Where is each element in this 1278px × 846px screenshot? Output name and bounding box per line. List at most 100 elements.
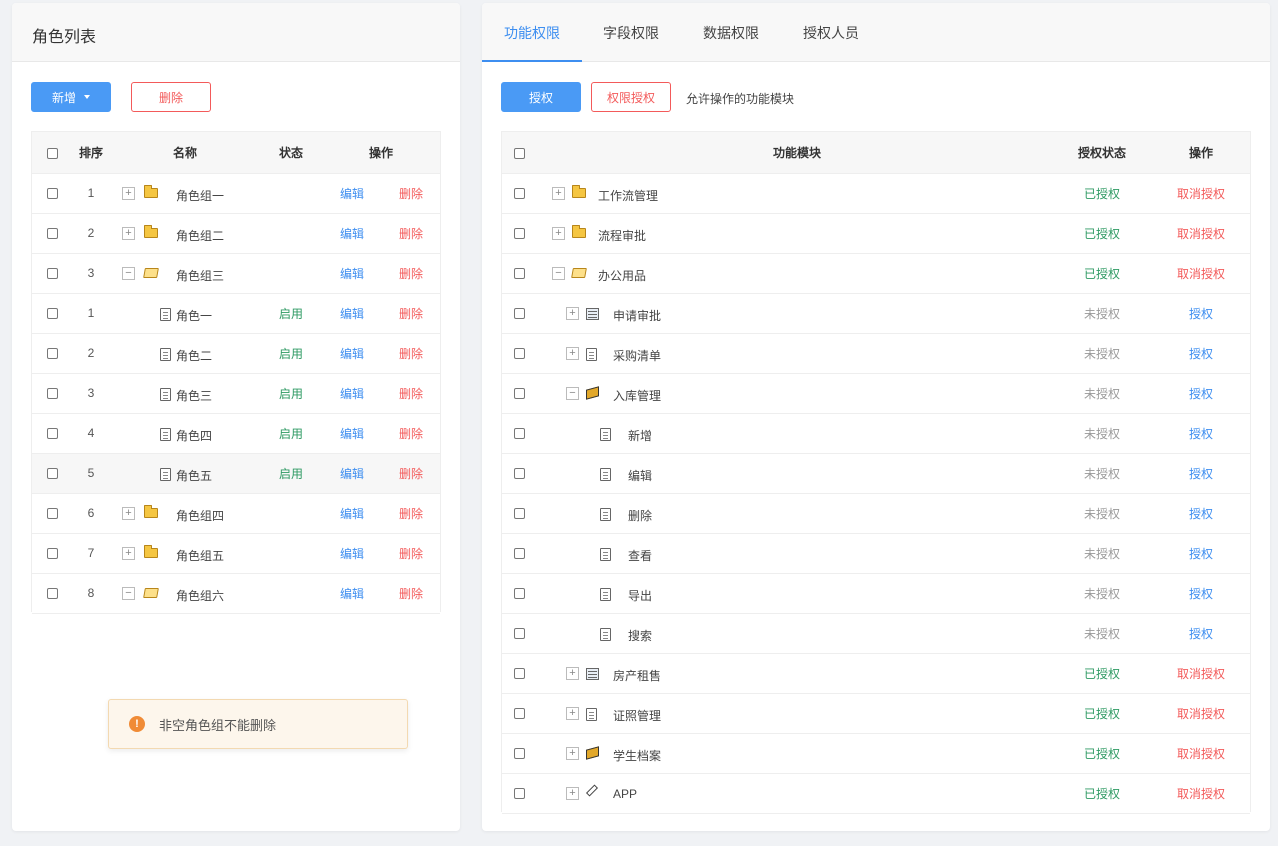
permission-authorize-button[interactable]: 权限授权: [591, 82, 671, 112]
table-row[interactable]: + 证照管理 已授权 取消授权: [502, 693, 1250, 734]
table-row[interactable]: 8− 角色组六 编辑 删除: [32, 573, 441, 614]
table-row[interactable]: 删除 未授权 授权: [502, 493, 1250, 534]
table-row[interactable]: 3− 角色组三 编辑 删除: [32, 253, 441, 294]
authorize-link[interactable]: 授权: [1152, 333, 1250, 374]
table-row[interactable]: + 申请审批 未授权 授权: [502, 293, 1250, 334]
collapse-icon[interactable]: −: [122, 586, 135, 600]
expand-icon[interactable]: +: [566, 786, 579, 800]
revoke-link[interactable]: 取消授权: [1152, 213, 1250, 254]
authorize-link[interactable]: 授权: [1152, 413, 1250, 454]
tab-field-permission[interactable]: 字段权限: [603, 23, 659, 43]
table-row[interactable]: − 办公用品 已授权 取消授权: [502, 253, 1250, 294]
table-row[interactable]: 7 + 角色组五 编辑 删除: [32, 533, 441, 574]
table-row[interactable]: + 学生档案 已授权 取消授权: [502, 733, 1250, 774]
expand-icon[interactable]: +: [122, 546, 135, 560]
row-checkbox[interactable]: [514, 228, 525, 240]
edit-link[interactable]: 编辑: [322, 533, 382, 574]
table-row[interactable]: + 工作流管理 已授权 取消授权: [502, 173, 1250, 214]
row-checkbox[interactable]: [46, 348, 58, 360]
edit-link[interactable]: 编辑: [322, 333, 382, 374]
revoke-link[interactable]: 取消授权: [1152, 733, 1250, 774]
edit-link[interactable]: 编辑: [322, 573, 382, 614]
row-checkbox[interactable]: [514, 428, 525, 440]
table-row[interactable]: + 房产租售 已授权 取消授权: [502, 653, 1250, 694]
expand-icon[interactable]: +: [566, 706, 579, 720]
expand-icon[interactable]: +: [122, 226, 135, 240]
authorize-link[interactable]: 授权: [1152, 613, 1250, 654]
delete-link[interactable]: 删除: [382, 573, 441, 614]
table-row[interactable]: 5 角色五 启用 编辑 删除: [32, 453, 441, 494]
row-checkbox[interactable]: [46, 428, 58, 440]
expand-icon[interactable]: +: [122, 506, 135, 520]
delete-link[interactable]: 删除: [382, 293, 441, 334]
expand-icon[interactable]: +: [122, 186, 135, 200]
authorize-link[interactable]: 授权: [1152, 453, 1250, 494]
edit-link[interactable]: 编辑: [322, 373, 382, 414]
row-checkbox[interactable]: [514, 548, 525, 560]
delete-link[interactable]: 删除: [382, 533, 441, 574]
authorize-link[interactable]: 授权: [1152, 573, 1250, 614]
row-checkbox[interactable]: [514, 628, 525, 640]
row-checkbox[interactable]: [514, 788, 525, 800]
revoke-link[interactable]: 取消授权: [1152, 653, 1250, 694]
delete-link[interactable]: 删除: [382, 413, 441, 454]
delete-link[interactable]: 删除: [382, 453, 441, 494]
row-checkbox[interactable]: [46, 548, 58, 560]
collapse-icon[interactable]: −: [122, 266, 135, 280]
add-dropdown-button[interactable]: 新增: [31, 82, 111, 112]
delete-link[interactable]: 删除: [382, 213, 441, 254]
edit-link[interactable]: 编辑: [322, 413, 382, 454]
row-checkbox[interactable]: [514, 748, 525, 760]
row-checkbox[interactable]: [514, 268, 525, 280]
table-row[interactable]: 2 + 角色组二 编辑 删除: [32, 213, 441, 254]
row-checkbox[interactable]: [46, 188, 58, 200]
revoke-link[interactable]: 取消授权: [1152, 693, 1250, 734]
delete-link[interactable]: 删除: [382, 173, 441, 214]
collapse-icon[interactable]: −: [552, 266, 565, 280]
table-row[interactable]: + 流程审批 已授权 取消授权: [502, 213, 1250, 254]
select-all-checkbox[interactable]: [514, 147, 525, 159]
edit-link[interactable]: 编辑: [322, 173, 382, 214]
table-row[interactable]: 导出 未授权 授权: [502, 573, 1250, 614]
edit-link[interactable]: 编辑: [322, 493, 382, 534]
row-checkbox[interactable]: [46, 388, 58, 400]
row-checkbox[interactable]: [514, 188, 525, 200]
row-checkbox[interactable]: [46, 308, 58, 320]
row-checkbox[interactable]: [46, 588, 58, 600]
table-row[interactable]: 新增 未授权 授权: [502, 413, 1250, 454]
delete-link[interactable]: 删除: [382, 253, 441, 294]
authorize-link[interactable]: 授权: [1152, 293, 1250, 334]
delete-button[interactable]: 删除: [131, 82, 211, 112]
table-row[interactable]: 2 角色二 启用 编辑 删除: [32, 333, 441, 374]
authorize-link[interactable]: 授权: [1152, 373, 1250, 414]
collapse-icon[interactable]: −: [566, 386, 579, 400]
revoke-link[interactable]: 取消授权: [1152, 253, 1250, 294]
edit-link[interactable]: 编辑: [322, 213, 382, 254]
delete-link[interactable]: 删除: [382, 333, 441, 374]
table-row[interactable]: + APP 已授权 取消授权: [502, 773, 1250, 814]
tab-function-permission[interactable]: 功能权限: [504, 23, 560, 43]
table-row[interactable]: 6 + 角色组四 编辑 删除: [32, 493, 441, 534]
tab-data-permission[interactable]: 数据权限: [703, 23, 759, 43]
expand-icon[interactable]: +: [566, 746, 579, 760]
table-row[interactable]: + 采购清单 未授权 授权: [502, 333, 1250, 374]
authorize-button[interactable]: 授权: [501, 82, 581, 112]
row-checkbox[interactable]: [46, 468, 58, 480]
expand-icon[interactable]: +: [566, 306, 579, 320]
row-checkbox[interactable]: [514, 468, 525, 480]
table-row[interactable]: − 入库管理 未授权 授权: [502, 373, 1250, 414]
revoke-link[interactable]: 取消授权: [1152, 173, 1250, 214]
authorize-link[interactable]: 授权: [1152, 493, 1250, 534]
row-checkbox[interactable]: [514, 308, 525, 320]
row-checkbox[interactable]: [514, 588, 525, 600]
table-row[interactable]: 编辑 未授权 授权: [502, 453, 1250, 494]
expand-icon[interactable]: +: [552, 186, 565, 200]
expand-icon[interactable]: +: [566, 666, 579, 680]
select-all-checkbox[interactable]: [46, 147, 58, 159]
row-checkbox[interactable]: [46, 228, 58, 240]
delete-link[interactable]: 删除: [382, 493, 441, 534]
table-row[interactable]: 1 + 角色组一 编辑 删除: [32, 173, 441, 214]
table-row[interactable]: 搜索 未授权 授权: [502, 613, 1250, 654]
table-row[interactable]: 1 角色一 启用 编辑 删除: [32, 293, 441, 334]
revoke-link[interactable]: 取消授权: [1152, 773, 1250, 814]
